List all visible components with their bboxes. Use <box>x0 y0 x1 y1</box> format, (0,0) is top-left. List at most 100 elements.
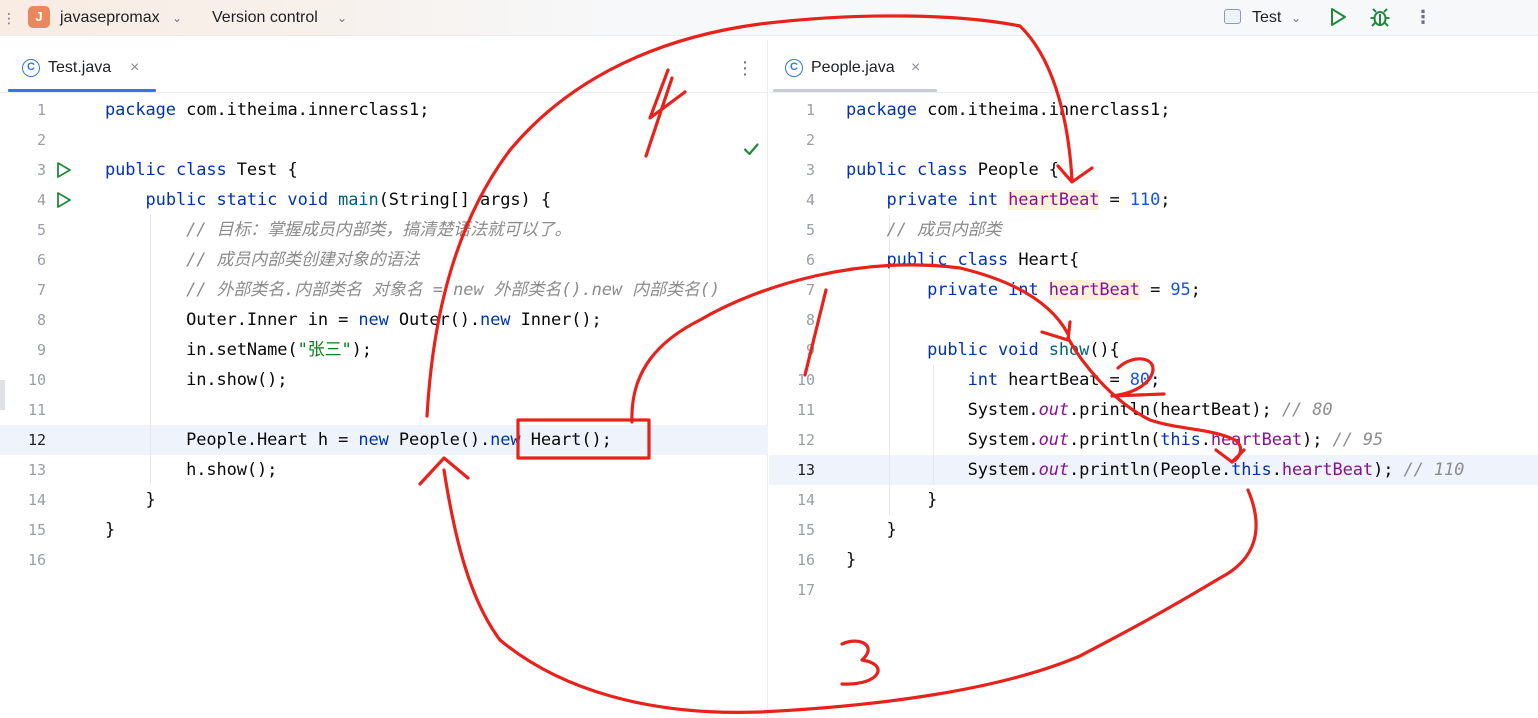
no-problems-check-icon[interactable] <box>742 140 760 158</box>
code-token: com.itheima.innerclass1; <box>186 100 430 120</box>
code-line[interactable]: // 成员内部类创建对象的语法 <box>105 245 419 275</box>
code-line[interactable]: // 外部类名.内部类名 对象名 = new 外部类名().new 内部类名() <box>105 275 720 305</box>
line-number[interactable]: 11 <box>2 395 46 425</box>
code-line[interactable]: public class Test { <box>105 155 298 185</box>
line-number[interactable]: 5 <box>2 215 46 245</box>
run-button[interactable] <box>1327 6 1349 28</box>
code-line[interactable]: in.setName("张三"); <box>105 335 372 365</box>
tab-indicator <box>773 89 937 92</box>
project-selector[interactable]: javasepromax <box>60 8 160 28</box>
line-number[interactable]: 10 <box>771 365 815 395</box>
code-line[interactable]: } <box>846 515 897 545</box>
line-number[interactable]: 4 <box>771 185 815 215</box>
code-line[interactable]: System.out.println(People.this.heartBeat… <box>846 455 1465 485</box>
code-token: = <box>1139 280 1171 300</box>
line-number[interactable]: 10 <box>2 365 46 395</box>
line-number[interactable]: 2 <box>2 125 46 155</box>
code-line[interactable]: Outer.Inner in = new Outer().new Inner()… <box>105 305 602 335</box>
code-line[interactable]: // 目标：掌握成员内部类，搞清楚语法就可以了。 <box>105 215 571 245</box>
line-number[interactable]: 11 <box>771 395 815 425</box>
tab-people-java[interactable]: C People.java × <box>785 48 935 92</box>
project-badge[interactable]: J <box>28 6 50 28</box>
code-token: .println(People. <box>1068 460 1232 480</box>
line-number[interactable]: 16 <box>2 545 46 575</box>
line-number[interactable]: 6 <box>2 245 46 275</box>
line-number[interactable]: 5 <box>771 215 815 245</box>
code-token: heartBeat <box>1048 280 1140 300</box>
code-line[interactable]: } <box>105 485 156 515</box>
close-icon[interactable]: × <box>911 58 920 78</box>
line-number[interactable]: 7 <box>2 275 46 305</box>
code-line[interactable]: h.show(); <box>105 455 277 485</box>
main-menu-icon[interactable]: ⋮ <box>2 8 16 28</box>
code-token: // 外部类名.内部类名 对象名 = new 外部类名().new 内部类名() <box>186 280 721 300</box>
line-number[interactable]: 8 <box>2 305 46 335</box>
debug-button[interactable] <box>1369 6 1391 28</box>
line-number[interactable]: 17 <box>771 575 815 605</box>
code-line[interactable]: public static void main(String[] args) { <box>105 185 552 215</box>
version-control-menu[interactable]: Version control <box>212 8 318 28</box>
line-number[interactable]: 7 <box>771 275 815 305</box>
line-number[interactable]: 15 <box>2 515 46 545</box>
code-token: com.itheima.innerclass1; <box>927 100 1171 120</box>
line-number[interactable]: 2 <box>771 125 815 155</box>
code-token: Inner(); <box>520 310 602 330</box>
code-token: (){ <box>1089 340 1120 360</box>
line-number[interactable]: 9 <box>2 335 46 365</box>
line-number[interactable]: 3 <box>2 155 46 185</box>
more-actions-icon[interactable]: ⋮ <box>1413 7 1433 29</box>
code-line[interactable]: package com.itheima.innerclass1; <box>846 95 1170 125</box>
class-icon: C <box>785 59 803 77</box>
line-number[interactable]: 8 <box>771 305 815 335</box>
code-line[interactable]: private int heartBeat = 95; <box>846 275 1201 305</box>
chevron-down-icon[interactable]: ⌄ <box>337 8 347 28</box>
code-line[interactable]: System.out.println(this.heartBeat); // 9… <box>846 425 1384 455</box>
run-config-selector[interactable]: Test <box>1252 8 1281 28</box>
line-number[interactable]: 14 <box>771 485 815 515</box>
code-token: System. <box>846 400 1039 420</box>
line-number[interactable]: 16 <box>771 545 815 575</box>
line-number[interactable]: 3 <box>771 155 815 185</box>
editor-pane-right: C People.java × 1 2 3 4 5 6 7 8 9 10 11 12 13 14 15 16 1… <box>769 40 1538 718</box>
code-line[interactable]: public class People { <box>846 155 1059 185</box>
tab-test-java[interactable]: C Test.java × <box>22 48 158 92</box>
code-line[interactable]: // 成员内部类 <box>846 215 1002 245</box>
line-number[interactable]: 13 <box>2 455 46 485</box>
code-line[interactable]: in.show(); <box>105 365 287 395</box>
run-gutter-icon[interactable] <box>55 161 73 179</box>
code-line[interactable]: System.out.println(heartBeat); // 80 <box>846 395 1333 425</box>
code-token: // 成员内部类创建对象的语法 <box>186 250 420 270</box>
run-gutter-icon[interactable] <box>55 191 73 209</box>
code-line[interactable]: public void show(){ <box>846 335 1120 365</box>
line-number[interactable]: 15 <box>771 515 815 545</box>
code-line[interactable]: } <box>846 545 856 575</box>
code-token: new <box>490 430 531 450</box>
code-token: this <box>1231 460 1272 480</box>
code-line[interactable]: } <box>105 515 115 545</box>
close-icon[interactable]: × <box>130 58 139 78</box>
line-number[interactable]: 14 <box>2 485 46 515</box>
run-config-icon <box>1224 9 1241 24</box>
line-number[interactable]: 12 <box>2 425 46 455</box>
code-line[interactable]: private int heartBeat = 110; <box>846 185 1170 215</box>
code-line[interactable]: People.Heart h = new People().new Heart(… <box>105 425 612 455</box>
code-line[interactable]: public class Heart{ <box>846 245 1080 275</box>
code-line[interactable]: package com.itheima.innerclass1; <box>105 95 429 125</box>
line-number[interactable]: 1 <box>771 95 815 125</box>
chevron-down-icon[interactable]: ⌄ <box>172 8 182 28</box>
code-line[interactable]: int heartBeat = 80; <box>846 365 1161 395</box>
line-number[interactable]: 6 <box>771 245 815 275</box>
line-number[interactable]: 13 <box>771 455 815 485</box>
more-options-icon[interactable]: ⋮ <box>736 58 754 78</box>
line-number[interactable]: 1 <box>2 95 46 125</box>
tab-label: People.java <box>811 59 895 76</box>
editor-tabbar: C Test.java × ⋮ <box>0 40 767 93</box>
code-token: // 95 <box>1332 430 1384 450</box>
line-number[interactable]: 4 <box>2 185 46 215</box>
line-number[interactable]: 9 <box>771 335 815 365</box>
chevron-down-icon[interactable]: ⌄ <box>1291 8 1301 28</box>
line-number[interactable]: 12 <box>771 425 815 455</box>
editor-pane-left: C Test.java × ⋮ 1 2 3 4 5 6 7 8 9 10 11 12 13 14 15 16 p… <box>0 40 768 718</box>
code-line[interactable]: } <box>846 485 937 515</box>
